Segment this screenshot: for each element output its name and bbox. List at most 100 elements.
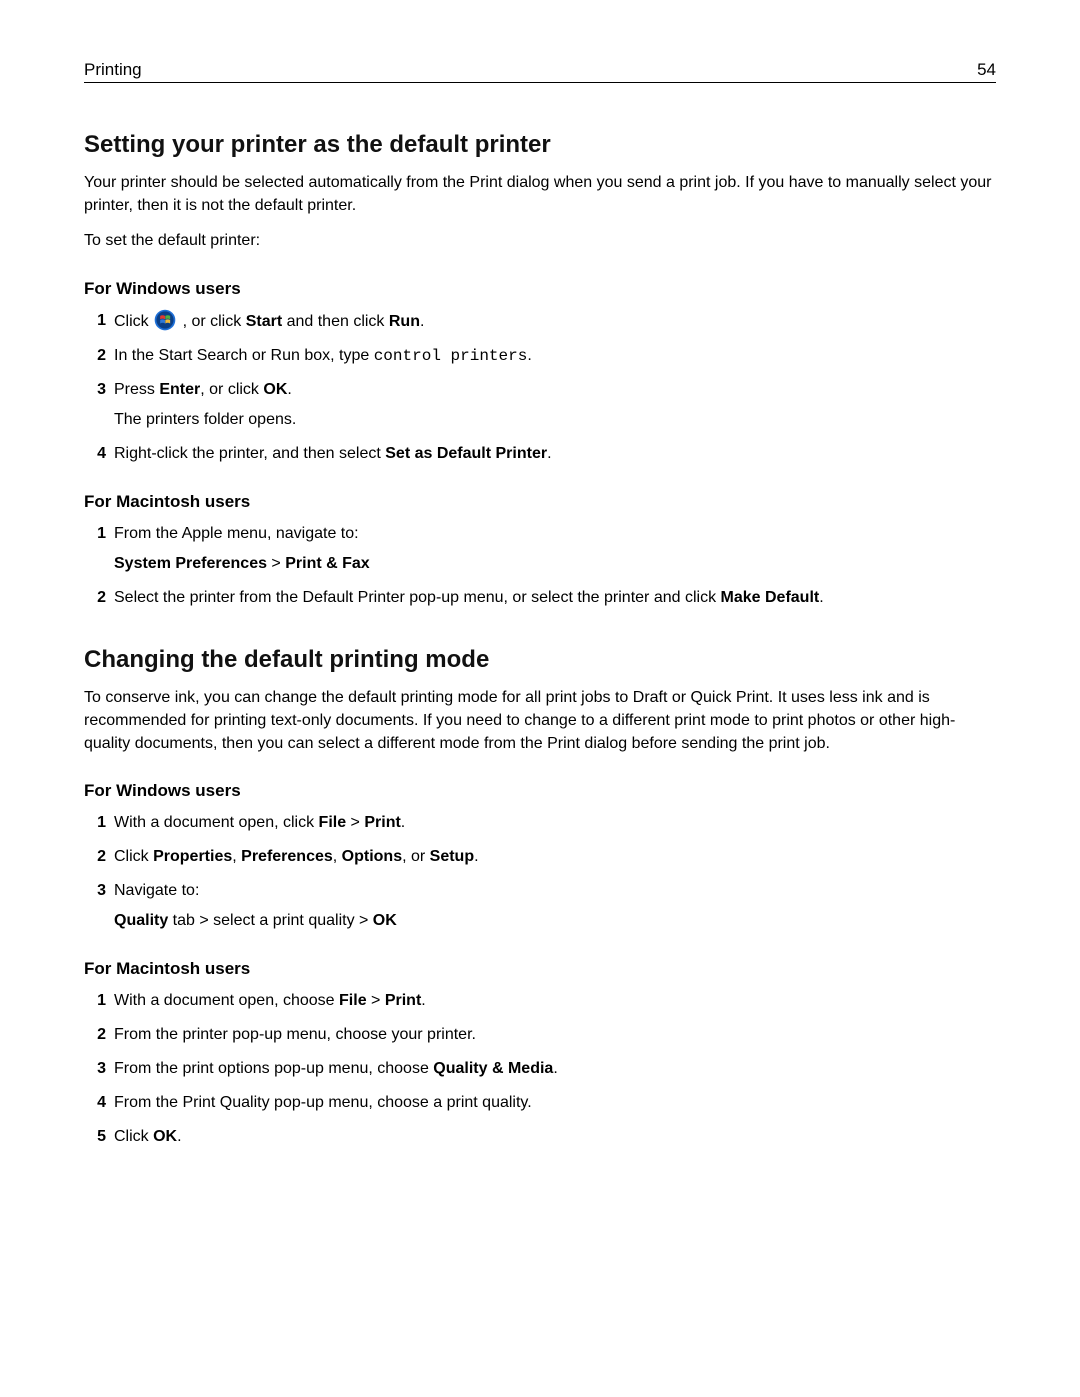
list-item: 2 Select the printer from the Default Pr… [84,586,996,610]
step-number: 3 [84,879,106,903]
text: . [474,848,478,865]
step-text: With a document open, choose File > Prin… [114,992,426,1009]
subheading-windows: For Windows users [84,279,996,299]
subheading-mac: For Macintosh users [84,492,996,512]
step-number: 2 [84,586,106,610]
step-number: 4 [84,1091,106,1115]
bold-text: Print [364,814,400,831]
step-text: Navigate to: Quality tab > select a prin… [114,882,996,933]
text: Click [114,848,153,865]
bold-text: OK [153,1128,177,1145]
step-text: Select the printer from the Default Prin… [114,589,824,606]
step-number: 4 [84,442,106,466]
list-item: 3 Navigate to: Quality tab > select a pr… [84,879,996,933]
list-item: 3 Press Enter, or click OK. The printers… [84,378,996,432]
step-text: From the Print Quality pop‑up menu, choo… [114,1094,532,1111]
text: , or [402,848,430,865]
text: With a document open, click [114,814,319,831]
bold-text: Print & Fax [285,555,369,572]
bold-text: System Preferences [114,555,267,572]
bold-text: Enter [159,381,200,398]
step-number: 5 [84,1125,106,1149]
step-number: 2 [84,344,106,368]
steps-list: 1 From the Apple menu, navigate to: Syst… [84,522,996,610]
bold-text: Run [389,313,420,330]
list-item: 2 Click Properties, Preferences, Options… [84,845,996,869]
steps-list: 1 With a document open, choose File > Pr… [84,989,996,1149]
step-number: 2 [84,1023,106,1047]
section-title: Setting your printer as the default prin… [84,131,996,159]
text: Click [114,313,153,330]
list-item: 2 In the Start Search or Run box, type c… [84,344,996,368]
step-text: Click , or click Start and then click Ru… [114,313,424,330]
list-item: 3 From the print options pop‑up menu, ch… [84,1057,996,1081]
step-number: 1 [84,989,106,1013]
text: Press [114,381,159,398]
step-text: With a document open, click File > Print… [114,814,405,831]
text: > [367,992,385,1009]
code-text: control printers [374,347,528,365]
step-text: Right‑click the printer, and then select… [114,445,552,462]
text: Right‑click the printer, and then select [114,445,385,462]
steps-list: 1 With a document open, click File > Pri… [84,811,996,933]
document-page: Printing 54 Setting your printer as the … [0,0,1080,1397]
text: , or click [200,381,263,398]
text: and then click [282,313,389,330]
step-text: Click Properties, Preferences, Options, … [114,848,479,865]
list-item: 1 From the Apple menu, navigate to: Syst… [84,522,996,576]
subheading-windows: For Windows users [84,781,996,801]
list-item: 1 Click , or click Start and then click … [84,309,996,334]
bold-text: OK [373,912,397,929]
step-number: 1 [84,309,106,333]
step-text: Press Enter, or click OK. The printers f… [114,381,996,432]
step-number: 3 [84,378,106,402]
bold-text: Set as Default Printer [385,445,547,462]
text: . [527,347,531,364]
text: , [232,848,241,865]
text: . [547,445,551,462]
list-item: 5 Click OK. [84,1125,996,1149]
bold-text: Make Default [721,589,820,606]
list-item: 4 From the Print Quality pop‑up menu, ch… [84,1091,996,1115]
bold-text: Preferences [241,848,333,865]
text: . [819,589,823,606]
bold-text: OK [263,381,287,398]
text: From the print options pop‑up menu, choo… [114,1060,433,1077]
bold-text: Print [385,992,421,1009]
list-item: 4 Right‑click the printer, and then sele… [84,442,996,466]
header-section: Printing [84,60,142,80]
step-text: In the Start Search or Run box, type con… [114,347,532,364]
step-text: From the printer pop‑up menu, choose you… [114,1026,476,1043]
list-item: 2 From the printer pop‑up menu, choose y… [84,1023,996,1047]
text: With a document open, choose [114,992,339,1009]
text: . [401,814,405,831]
text: . [421,992,425,1009]
subheading-mac: For Macintosh users [84,959,996,979]
text: Navigate to: [114,882,199,899]
bold-text: Start [246,313,282,330]
step-path: Quality tab > select a print quality > O… [114,909,996,933]
text: . [177,1128,181,1145]
text: > [267,555,285,572]
section-title: Changing the default printing mode [84,646,996,674]
section-intro: To conserve ink, you can change the defa… [84,686,996,756]
bold-text: Quality & Media [433,1060,553,1077]
bold-text: Properties [153,848,232,865]
header-page-number: 54 [977,60,996,80]
text: Select the printer from the Default Prin… [114,589,721,606]
bold-text: Setup [430,848,474,865]
step-text: From the Apple menu, navigate to: System… [114,525,996,576]
bold-text: Options [342,848,402,865]
step-text: Click OK. [114,1128,182,1145]
list-item: 1 With a document open, click File > Pri… [84,811,996,835]
step-number: 1 [84,522,106,546]
text: . [420,313,424,330]
text: . [553,1060,557,1077]
windows-start-icon [154,309,176,331]
page-header: Printing 54 [84,60,996,83]
text: , [333,848,342,865]
bold-text: File [339,992,367,1009]
text: tab > select a print quality > [168,912,373,929]
text: . [287,381,291,398]
text: , or click [183,313,246,330]
